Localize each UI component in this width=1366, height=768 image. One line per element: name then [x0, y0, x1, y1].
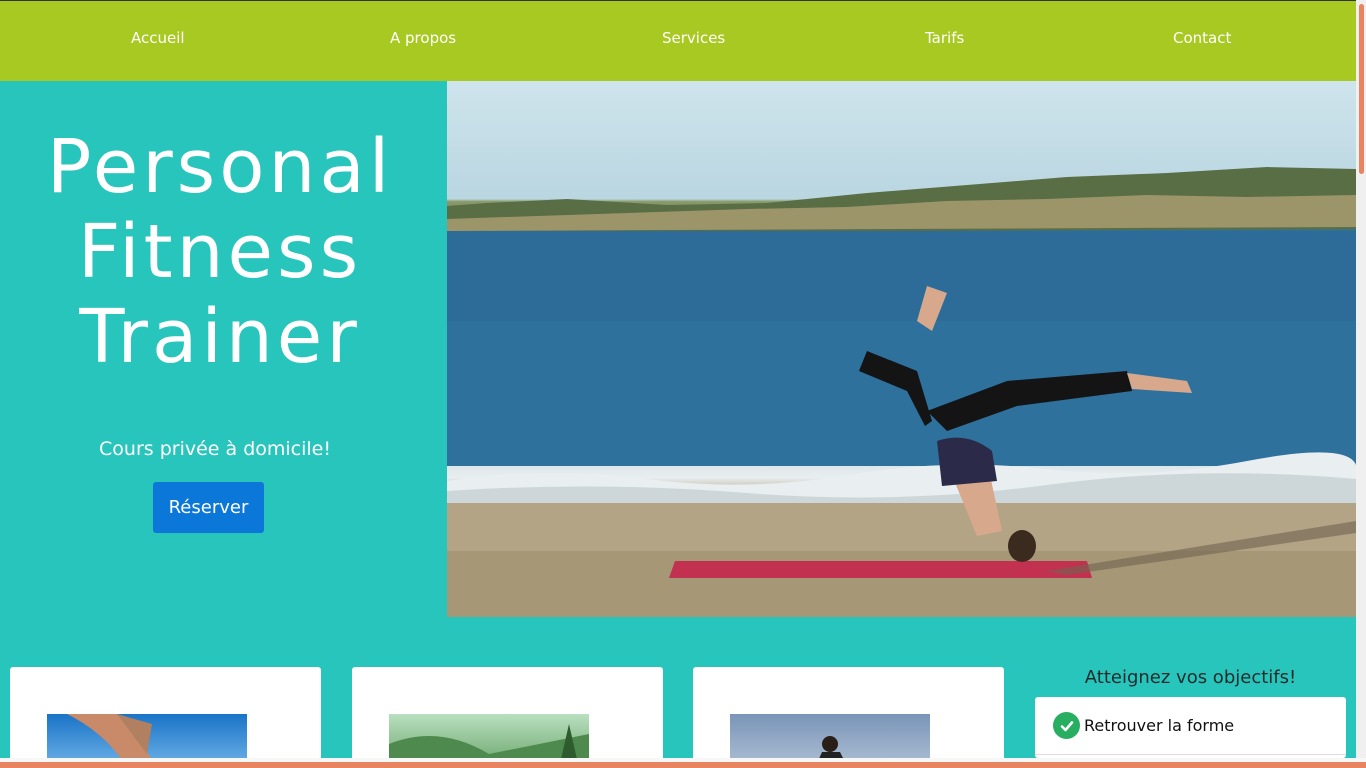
hero-subtitle: Cours privée à domicile! — [99, 438, 331, 460]
service-card[interactable] — [693, 667, 1004, 768]
nav-item-tarifs[interactable]: Tarifs — [925, 29, 964, 47]
goals-title: Atteignez vos objectifs! — [1084, 667, 1297, 688]
goal-list: Retrouver la forme — [1035, 697, 1346, 758]
nav-item-a-propos[interactable]: A propos — [390, 29, 456, 47]
hero-title-line: Fitness — [77, 209, 363, 295]
goal-item[interactable]: Retrouver la forme — [1035, 697, 1346, 755]
hero-title-line: Personal — [46, 124, 394, 210]
yoga-beach-photo — [447, 81, 1356, 617]
service-card[interactable] — [10, 667, 321, 768]
nav-item-services[interactable]: Services — [662, 29, 725, 47]
goal-label: Retrouver la forme — [1084, 716, 1235, 735]
nav-item-accueil[interactable]: Accueil — [131, 29, 185, 47]
reserve-button[interactable]: Réserver — [153, 482, 264, 533]
scrollbar-thumb[interactable] — [1359, 4, 1364, 174]
hero-title-line: Trainer — [79, 294, 361, 380]
service-card[interactable] — [352, 667, 663, 768]
check-circle-icon — [1053, 712, 1080, 739]
hero-title: Personal Fitness Trainer — [30, 125, 410, 380]
page-bottom-accent — [0, 762, 1366, 768]
nav-item-contact[interactable]: Contact — [1173, 29, 1231, 47]
main-nav: Accueil A propos Services Tarifs Contact — [0, 0, 1356, 81]
